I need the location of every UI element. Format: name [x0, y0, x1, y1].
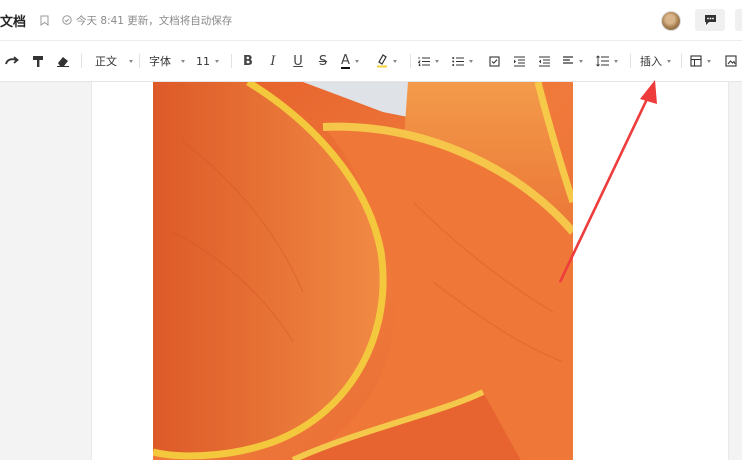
table-button[interactable] — [690, 51, 716, 71]
separator — [681, 54, 682, 68]
chevron-down-icon — [579, 59, 583, 63]
redo-button[interactable] — [4, 51, 20, 71]
image-button[interactable] — [724, 51, 738, 71]
image-icon — [725, 55, 737, 67]
font-family-value: 字体 — [149, 55, 171, 68]
outdent-icon — [538, 55, 550, 67]
share-button[interactable] — [735, 9, 742, 31]
font-family-select[interactable]: 字体 — [149, 51, 189, 71]
doc-title[interactable]: 文档 — [0, 11, 26, 30]
chevron-down-icon — [435, 59, 439, 63]
font-size-select[interactable]: 11 — [196, 51, 222, 71]
clear-format-button[interactable] — [55, 51, 71, 71]
table-icon — [690, 55, 702, 67]
chevron-down-icon — [181, 59, 185, 63]
bookmark-icon[interactable] — [40, 15, 49, 26]
outdent-button[interactable] — [537, 51, 551, 71]
highlight-color-button[interactable] — [376, 51, 402, 71]
title-bar: 文档 今天 8:41 更新，文档将自动保存 — [0, 0, 742, 41]
paragraph-style-value: 正文 — [95, 55, 117, 68]
document-image[interactable] — [153, 82, 573, 460]
formatting-toolbar: 正文 字体 11 B I U S A 插入 — [0, 41, 742, 82]
avatar[interactable] — [661, 11, 681, 31]
petal-photo — [153, 82, 573, 460]
chevron-down-icon — [707, 59, 711, 63]
chevron-down-icon — [614, 59, 618, 63]
align-icon — [562, 56, 574, 66]
chevron-down-icon — [667, 59, 671, 63]
font-color-label: A — [341, 52, 350, 69]
font-size-value: 11 — [196, 54, 210, 68]
highlighter-icon — [376, 54, 388, 68]
align-button[interactable] — [562, 51, 586, 71]
separator — [410, 54, 411, 68]
format-painter-button[interactable] — [30, 51, 46, 71]
checkbox-list-icon — [488, 55, 500, 67]
comment-icon — [704, 11, 717, 30]
comment-button[interactable] — [695, 9, 725, 31]
line-spacing-icon — [596, 55, 609, 67]
chevron-down-icon — [393, 59, 397, 63]
check-circle-icon — [62, 15, 72, 25]
redo-icon — [5, 56, 19, 66]
chevron-down-icon — [129, 59, 133, 63]
chevron-down-icon — [215, 59, 219, 63]
line-spacing-button[interactable] — [596, 51, 622, 71]
insert-menu-button[interactable]: 插入 — [640, 51, 672, 71]
insert-label: 插入 — [640, 55, 662, 68]
separator — [81, 54, 82, 68]
ordered-list-button[interactable] — [418, 51, 446, 71]
bullet-list-button[interactable] — [452, 51, 480, 71]
font-color-button[interactable]: A — [341, 51, 367, 71]
separator — [231, 54, 232, 68]
indent-button[interactable] — [512, 51, 526, 71]
format-painter-icon — [32, 55, 44, 68]
save-status: 今天 8:41 更新，文档将自动保存 — [62, 13, 232, 28]
save-status-text: 今天 8:41 更新，文档将自动保存 — [76, 14, 233, 27]
indent-icon — [513, 55, 525, 67]
bold-button[interactable]: B — [241, 51, 255, 71]
clear-format-icon — [56, 55, 70, 67]
chevron-down-icon — [354, 59, 359, 63]
chevron-down-icon — [469, 59, 473, 63]
italic-button[interactable]: I — [266, 51, 280, 71]
separator — [630, 54, 631, 68]
underline-button[interactable]: U — [291, 51, 305, 71]
strikethrough-button[interactable]: S — [316, 51, 330, 71]
bullet-list-icon — [452, 56, 464, 67]
paragraph-style-select[interactable]: 正文 — [95, 51, 135, 71]
checklist-button[interactable] — [487, 51, 501, 71]
separator — [139, 54, 140, 68]
ordered-list-icon — [418, 56, 430, 67]
